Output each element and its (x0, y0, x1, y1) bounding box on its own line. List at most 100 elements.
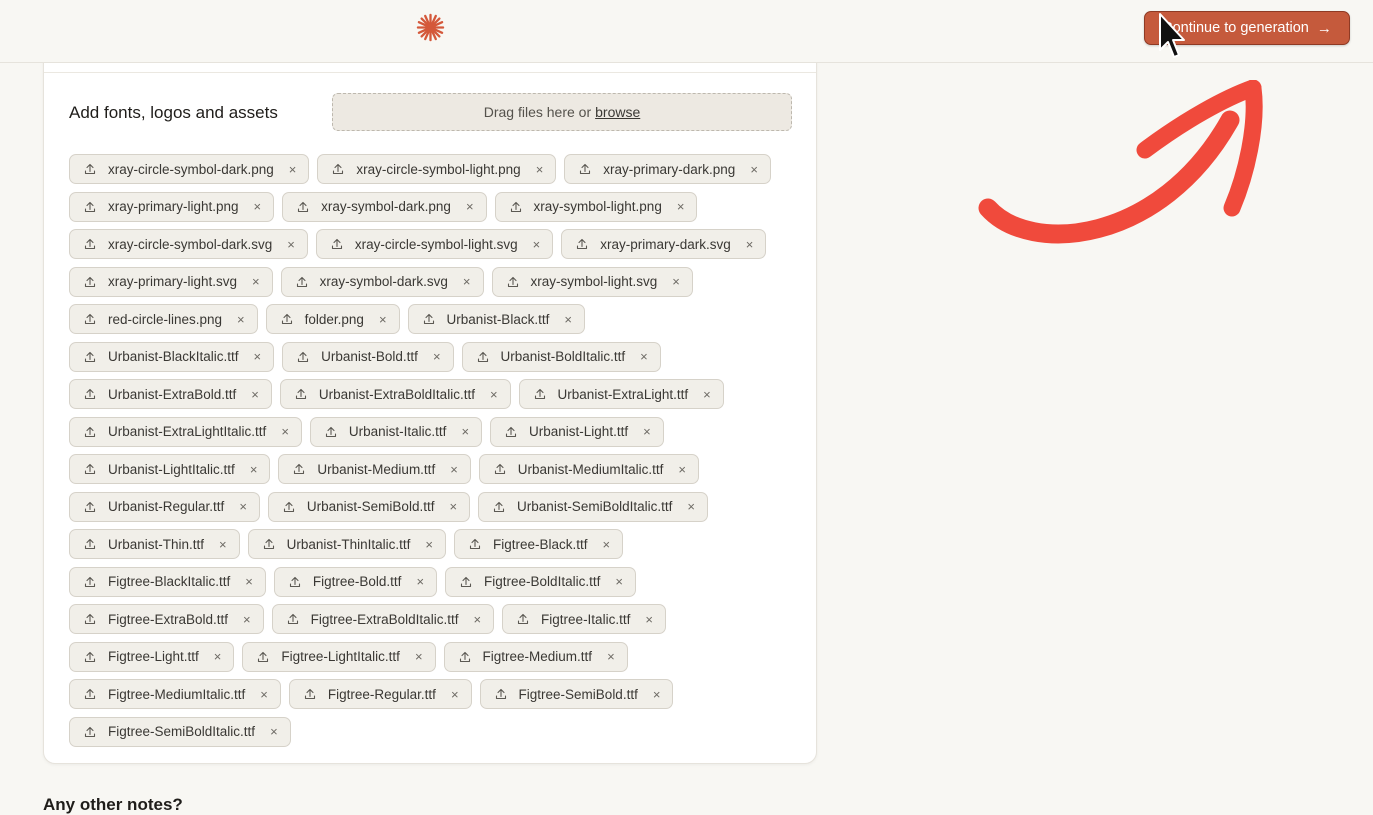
remove-file-icon[interactable]: × (466, 200, 474, 213)
file-chip: Urbanist-Medium.ttf × (278, 454, 471, 484)
upload-icon (84, 501, 96, 512)
file-name: xray-symbol-light.png (533, 199, 662, 214)
remove-file-icon[interactable]: × (289, 163, 297, 176)
remove-file-icon[interactable]: × (260, 688, 268, 701)
remove-file-icon[interactable]: × (451, 688, 459, 701)
remove-file-icon[interactable]: × (703, 388, 711, 401)
remove-file-icon[interactable]: × (239, 500, 247, 513)
browse-link[interactable]: browse (595, 104, 640, 120)
remove-file-icon[interactable]: × (490, 388, 498, 401)
upload-icon (304, 688, 315, 700)
upload-icon (507, 276, 518, 287)
remove-file-icon[interactable]: × (750, 163, 758, 176)
file-chip: Urbanist-Light.ttf × (490, 416, 664, 447)
remove-file-icon[interactable]: × (237, 313, 245, 326)
upload-icon (84, 538, 96, 550)
file-chip: Figtree-ExtraBoldItalic.ttf × (271, 604, 495, 634)
upload-icon (84, 463, 96, 475)
file-chip: Figtree-ExtraBold.ttf × (69, 604, 264, 634)
file-chip: xray-symbol-dark.png × (282, 191, 487, 222)
remove-file-icon[interactable]: × (687, 500, 695, 513)
upload-icon (493, 501, 505, 512)
file-name: xray-symbol-dark.svg (319, 274, 448, 289)
remove-file-icon[interactable]: × (672, 275, 680, 288)
remove-file-icon[interactable]: × (564, 313, 572, 326)
remove-file-icon[interactable]: × (243, 613, 251, 626)
remove-file-icon[interactable]: × (245, 575, 253, 588)
file-dropzone[interactable]: Drag files here or browse (332, 93, 792, 131)
remove-file-icon[interactable]: × (252, 275, 260, 288)
file-name: Figtree-Italic.ttf (541, 611, 631, 627)
upload-icon (258, 651, 269, 662)
file-name: Urbanist-ExtraLight.ttf (557, 386, 689, 402)
remove-file-icon[interactable]: × (615, 575, 623, 588)
file-name: Urbanist-ExtraBoldItalic.ttf (318, 386, 475, 402)
remove-file-icon[interactable]: × (536, 163, 544, 176)
file-chip: folder.png × (265, 304, 400, 334)
remove-file-icon[interactable]: × (653, 688, 661, 701)
remove-file-icon[interactable]: × (461, 425, 469, 438)
file-chip: Urbanist-Black.ttf × (407, 304, 585, 334)
file-name: Urbanist-SemiBoldItalic.ttf (517, 499, 673, 514)
upload-icon (84, 726, 96, 737)
remove-file-icon[interactable]: × (433, 350, 441, 363)
remove-file-icon[interactable]: × (250, 463, 258, 476)
upload-icon (84, 651, 96, 662)
file-name: xray-symbol-dark.png (321, 199, 451, 214)
remove-file-icon[interactable]: × (425, 538, 433, 551)
remove-file-icon[interactable]: × (415, 650, 423, 663)
remove-file-icon[interactable]: × (251, 388, 259, 401)
file-name: Figtree-ExtraBold.ttf (108, 611, 229, 627)
file-name: Urbanist-BoldItalic.ttf (500, 349, 626, 364)
upload-icon (296, 276, 307, 287)
upload-icon (84, 201, 96, 212)
uploaded-files-list: xray-circle-symbol-dark.png × xray-circle-… (69, 154, 793, 747)
file-name: Urbanist-Thin.ttf (108, 536, 205, 552)
upload-icon (534, 388, 545, 400)
file-name: Urbanist-ThinItalic.ttf (286, 536, 411, 552)
remove-file-icon[interactable]: × (214, 650, 222, 663)
remove-file-icon[interactable]: × (450, 463, 458, 476)
file-chip: red-circle-lines.png × (69, 304, 258, 334)
file-name: Figtree-Bold.ttf (312, 574, 402, 589)
upload-icon (505, 426, 517, 437)
file-name: xray-circle-symbol-dark.png (108, 161, 274, 177)
file-chip: Figtree-SemiBoldItalic.ttf × (69, 716, 291, 747)
remove-file-icon[interactable]: × (287, 238, 295, 251)
remove-file-icon[interactable]: × (254, 350, 262, 363)
file-chip: Figtree-LightItalic.ttf × (242, 641, 436, 672)
remove-file-icon[interactable]: × (473, 613, 481, 626)
remove-file-icon[interactable]: × (463, 275, 471, 288)
remove-file-icon[interactable]: × (640, 350, 648, 363)
remove-file-icon[interactable]: × (219, 538, 227, 551)
file-chip: xray-circle-symbol-light.png × (317, 154, 557, 184)
upload-icon (298, 351, 309, 362)
file-name: Figtree-ExtraBoldItalic.ttf (310, 611, 459, 627)
remove-file-icon[interactable]: × (533, 238, 541, 251)
remove-file-icon[interactable]: × (746, 238, 754, 251)
remove-file-icon[interactable]: × (677, 200, 685, 213)
file-chip: Urbanist-BoldItalic.ttf × (461, 341, 661, 372)
remove-file-icon[interactable]: × (678, 463, 686, 476)
remove-file-icon[interactable]: × (645, 613, 653, 626)
file-chip: xray-symbol-light.svg × (491, 266, 693, 297)
remove-file-icon[interactable]: × (254, 200, 262, 213)
file-chip: Urbanist-ExtraLight.ttf × (518, 379, 724, 409)
remove-file-icon[interactable]: × (281, 425, 289, 438)
upload-icon (84, 163, 96, 175)
file-name: xray-symbol-light.svg (530, 274, 658, 289)
remove-file-icon[interactable]: × (416, 575, 424, 588)
file-name: Figtree-SemiBold.ttf (518, 686, 638, 702)
upload-icon (469, 538, 481, 550)
remove-file-icon[interactable]: × (449, 500, 457, 513)
remove-file-icon[interactable]: × (379, 313, 387, 326)
file-chip: xray-primary-light.svg × (69, 266, 273, 297)
remove-file-icon[interactable]: × (643, 425, 651, 438)
assets-card: Add fonts, logos and assets Drag files h… (43, 40, 817, 764)
remove-file-icon[interactable]: × (607, 650, 615, 663)
file-name: Urbanist-Light.ttf (529, 424, 629, 439)
remove-file-icon[interactable]: × (270, 725, 278, 738)
remove-file-icon[interactable]: × (603, 538, 611, 551)
file-chip: xray-primary-dark.svg × (561, 229, 767, 259)
file-chip: xray-circle-symbol-dark.svg × (69, 229, 308, 259)
